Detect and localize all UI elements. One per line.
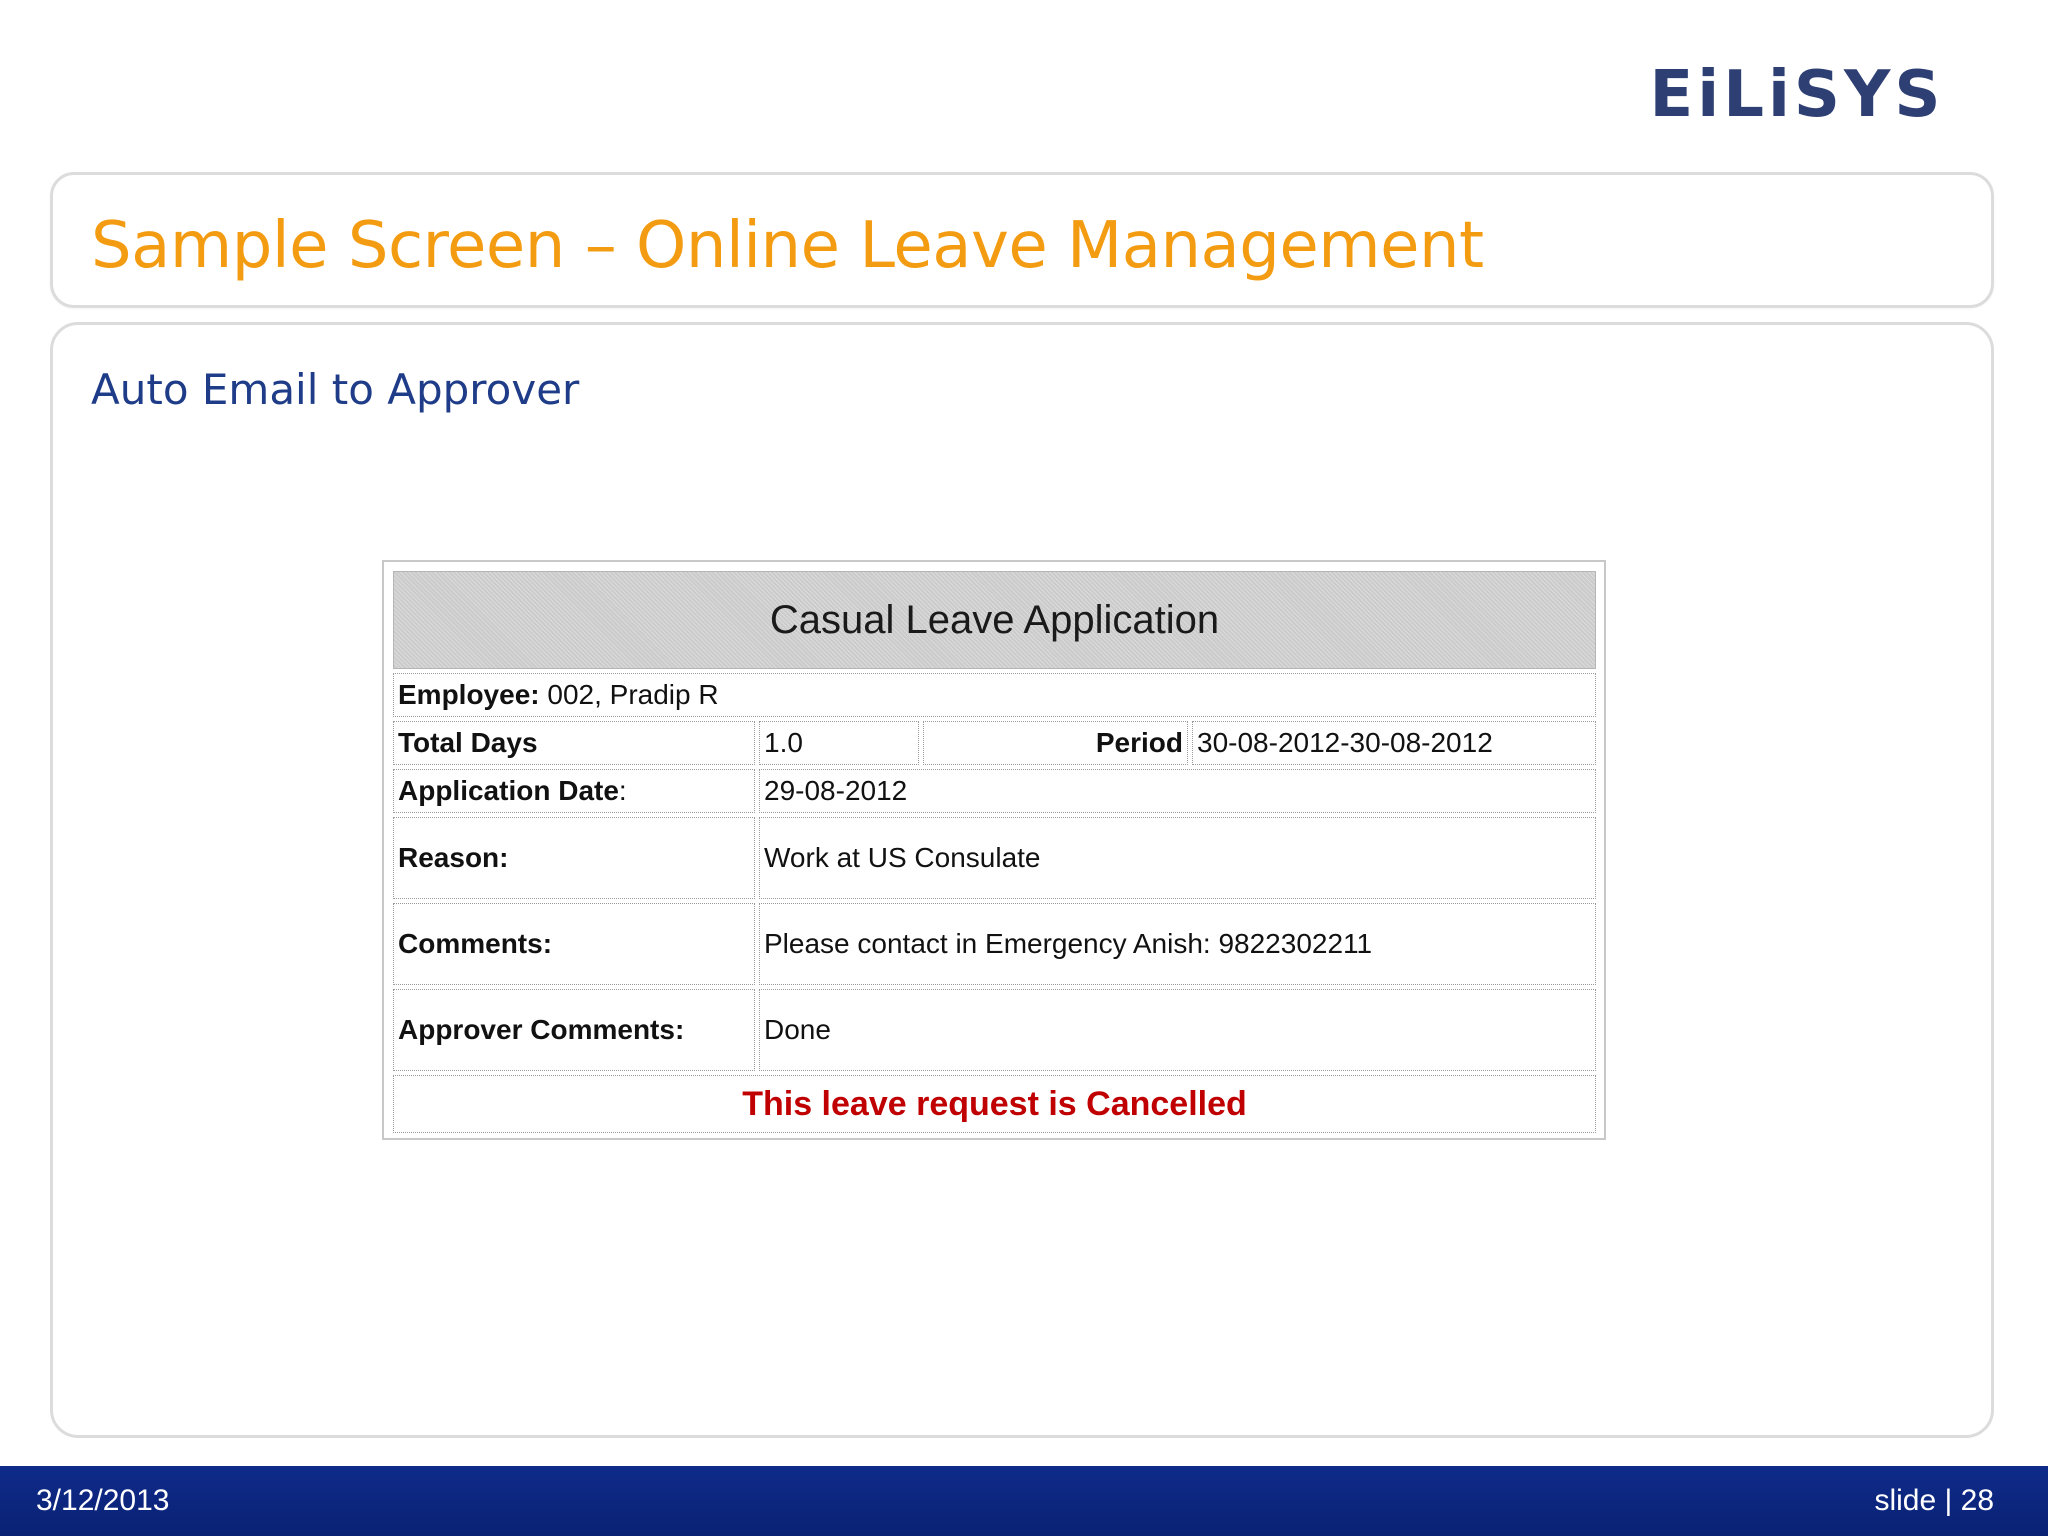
employee-label: Employee: bbox=[398, 679, 540, 710]
footer-bar: 3/12/2013 slide | 28 bbox=[0, 1466, 2048, 1536]
slide-subtitle: Auto Email to Approver bbox=[91, 365, 580, 414]
comments-value: Please contact in Emergency Anish: 98223… bbox=[759, 903, 1596, 985]
application-header: Casual Leave Application bbox=[393, 571, 1596, 669]
footer-slide-number: slide | 28 bbox=[1874, 1484, 1994, 1517]
application-date-value: 29-08-2012 bbox=[759, 769, 1596, 813]
approver-comments-value: Done bbox=[759, 989, 1596, 1071]
approver-comments-label: Approver Comments: bbox=[393, 989, 755, 1071]
application-date-label-cell: Application Date: bbox=[393, 769, 755, 813]
logo-text: EiLiSYS bbox=[1650, 64, 1945, 124]
reason-label: Reason: bbox=[393, 817, 755, 899]
footer-date: 3/12/2013 bbox=[36, 1484, 170, 1517]
employee-value: 002, Pradip R bbox=[539, 679, 719, 710]
total-days-value: 1.0 bbox=[759, 721, 919, 765]
period-value: 30-08-2012-30-08-2012 bbox=[1192, 721, 1596, 765]
comments-label: Comments: bbox=[393, 903, 755, 985]
application-date-colon: : bbox=[618, 775, 627, 806]
period-label: Period bbox=[923, 721, 1188, 765]
application-date-label: Application Date bbox=[398, 775, 619, 806]
total-days-label: Total Days bbox=[393, 721, 755, 765]
reason-value: Work at US Consulate bbox=[759, 817, 1596, 899]
eilisys-logo: EiLiSYS bbox=[1618, 58, 1968, 130]
leave-application-screenshot: Casual Leave Application Employee: 002, … bbox=[382, 560, 1606, 1140]
title-panel: Sample Screen – Online Leave Management bbox=[50, 172, 1994, 308]
eilisys-logo-icon: EiLiSYS bbox=[1650, 64, 1945, 124]
employee-cell: Employee: 002, Pradip R bbox=[393, 673, 1596, 717]
content-panel: Auto Email to Approver Casual Leave Appl… bbox=[50, 322, 1994, 1438]
leave-application-table: Casual Leave Application Employee: 002, … bbox=[389, 567, 1600, 1137]
leave-status-message: This leave request is Cancelled bbox=[393, 1075, 1596, 1133]
slide-title: Sample Screen – Online Leave Management bbox=[91, 209, 1484, 283]
